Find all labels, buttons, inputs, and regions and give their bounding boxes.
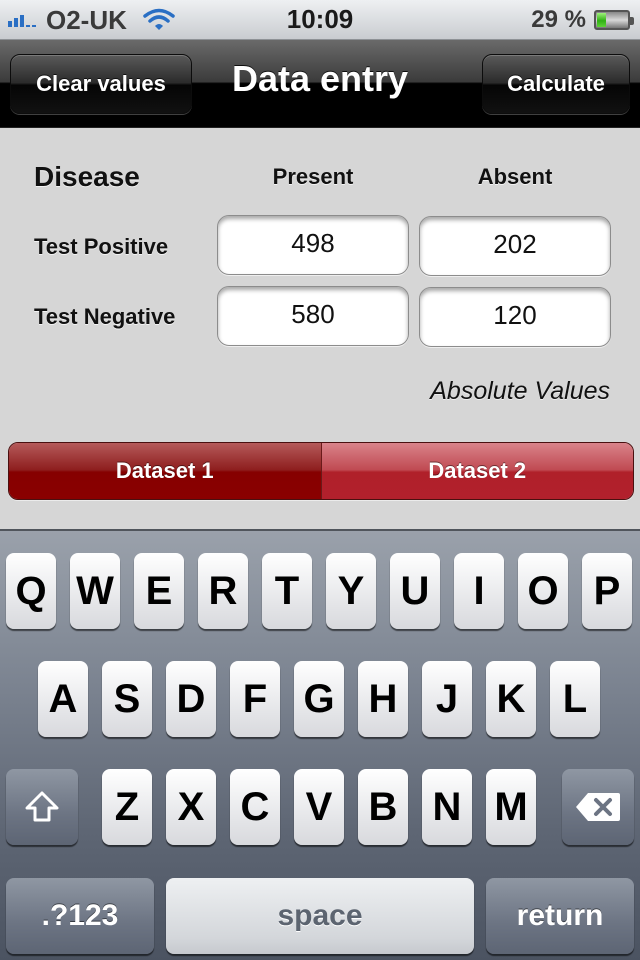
column-header-present: Present <box>272 164 354 189</box>
shift-icon <box>25 791 59 822</box>
key-a[interactable]: A <box>38 661 88 737</box>
battery-group: 29 % <box>531 6 634 34</box>
backspace-icon <box>576 793 620 821</box>
test-negative-present-input[interactable] <box>217 286 409 346</box>
key-g[interactable]: G <box>294 661 344 737</box>
segment-dataset-1[interactable]: Dataset 1 <box>9 443 321 499</box>
data-entry-form: Disease Present Absent Test Positive Tes… <box>0 129 640 529</box>
calculate-button[interactable]: Calculate <box>482 54 630 114</box>
test-negative-absent-input[interactable] <box>419 287 611 347</box>
key-q[interactable]: Q <box>6 553 56 629</box>
status-bar: O2-UK 10:09 29 % <box>0 0 640 40</box>
key-p[interactable]: P <box>582 553 632 629</box>
space-key[interactable]: space <box>166 878 474 954</box>
keyboard: Q W E R T Y U I O P A S D F G H J K L Z … <box>0 529 640 960</box>
battery-level <box>597 13 606 27</box>
column-header-absent: Absent <box>477 164 553 189</box>
key-r[interactable]: R <box>198 553 248 629</box>
dataset-segmented-control: Dataset 1 Dataset 2 <box>8 442 634 500</box>
key-x[interactable]: X <box>166 769 216 845</box>
numbers-key[interactable]: .?123 <box>6 878 154 954</box>
key-u[interactable]: U <box>390 553 440 629</box>
disease-header: Disease <box>34 161 140 192</box>
values-mode-label: Absolute Values <box>430 377 610 405</box>
backspace-key[interactable] <box>562 769 634 845</box>
key-v[interactable]: V <box>294 769 344 845</box>
key-z[interactable]: Z <box>102 769 152 845</box>
test-positive-absent-input[interactable] <box>419 216 611 276</box>
key-k[interactable]: K <box>486 661 536 737</box>
key-o[interactable]: O <box>518 553 568 629</box>
key-e[interactable]: E <box>134 553 184 629</box>
key-c[interactable]: C <box>230 769 280 845</box>
key-m[interactable]: M <box>486 769 536 845</box>
battery-icon <box>594 10 634 30</box>
navigation-bar: Clear values Data entry Calculate <box>0 40 640 128</box>
return-key[interactable]: return <box>486 878 634 954</box>
key-h[interactable]: H <box>358 661 408 737</box>
key-t[interactable]: T <box>262 553 312 629</box>
row-label-test-negative: Test Negative <box>34 304 176 329</box>
key-f[interactable]: F <box>230 661 280 737</box>
key-n[interactable]: N <box>422 769 472 845</box>
key-d[interactable]: D <box>166 661 216 737</box>
key-i[interactable]: I <box>454 553 504 629</box>
key-s[interactable]: S <box>102 661 152 737</box>
battery-percent: 29 % <box>531 6 586 33</box>
key-w[interactable]: W <box>70 553 120 629</box>
row-label-test-positive: Test Positive <box>34 234 169 259</box>
key-b[interactable]: B <box>358 769 408 845</box>
key-l[interactable]: L <box>550 661 600 737</box>
segment-dataset-2[interactable]: Dataset 2 <box>320 443 633 499</box>
shift-key[interactable] <box>6 769 78 845</box>
key-j[interactable]: J <box>422 661 472 737</box>
key-y[interactable]: Y <box>326 553 376 629</box>
test-positive-present-input[interactable] <box>217 215 409 275</box>
